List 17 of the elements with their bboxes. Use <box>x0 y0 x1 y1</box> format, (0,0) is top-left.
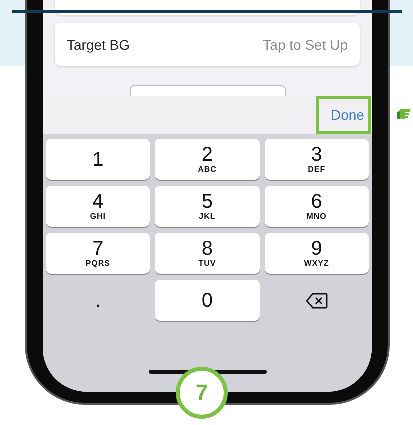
keypad-key[interactable]: 3 DEF <box>264 139 369 180</box>
keypad-key[interactable]: 5 JKL <box>155 186 260 227</box>
keypad-key[interactable]: 8 TUV <box>155 233 260 274</box>
decimal-key[interactable]: . <box>46 280 150 321</box>
row-value: Tap to Set Up <box>263 36 348 52</box>
keypad-key[interactable]: 2 ABC <box>155 139 260 180</box>
pointing-hand-icon <box>397 108 411 120</box>
keypad-key[interactable]: 4 GHI <box>46 186 150 227</box>
keypad-key[interactable]: 0 <box>155 280 260 321</box>
settings-row[interactable]: Target BG Tap to Set Up <box>55 23 360 66</box>
done-button[interactable]: Done <box>316 96 371 134</box>
backspace-icon[interactable] <box>306 292 328 308</box>
keypad-key[interactable]: 9 WXYZ <box>264 233 369 274</box>
keypad-key[interactable]: 6 MNO <box>264 186 369 227</box>
row-label: Target BG <box>67 36 130 52</box>
keypad-key[interactable]: 1 <box>46 139 150 180</box>
keypad-key[interactable]: 7 PQRS <box>46 233 150 274</box>
